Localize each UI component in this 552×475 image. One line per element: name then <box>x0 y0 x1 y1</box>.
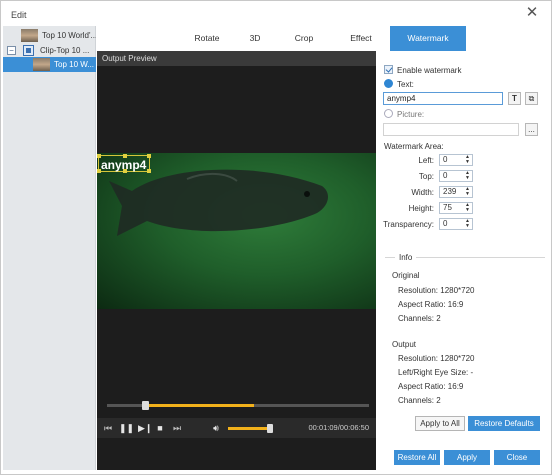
left-value: 0 <box>443 155 448 164</box>
resize-handle[interactable] <box>123 154 127 158</box>
transparency-label: Transparency: <box>383 220 434 229</box>
watermark-box[interactable]: anymp4 <box>97 154 151 173</box>
tree-item-selected[interactable]: Top 10 W... <box>3 57 96 72</box>
resize-handle[interactable] <box>97 169 101 173</box>
text-label: Text: <box>397 80 414 89</box>
output-title: Output <box>392 340 417 349</box>
video-thumbnail-icon <box>21 29 38 42</box>
preview-header: Output Preview <box>97 51 376 66</box>
height-value: 75 <box>443 203 452 212</box>
info-panel: Info Original Resolution: 1280*720 Aspec… <box>385 253 545 417</box>
width-spinner[interactable]: 239 ▲ ▼ <box>439 186 473 198</box>
timecode: 00:01:09/00:06:50 <box>308 423 369 432</box>
output-aspect-ratio: Aspect Ratio: 16:9 <box>398 382 464 391</box>
output-eye-size: Left/Right Eye Size: - <box>398 368 474 377</box>
restore-defaults-button[interactable]: Restore Defaults <box>468 416 540 431</box>
volume-handle[interactable] <box>266 424 273 433</box>
watermark-area-label: Watermark Area: <box>384 142 444 151</box>
spin-arrows-icon[interactable]: ▲ ▼ <box>465 219 470 229</box>
output-preview: Output Preview anymp4 ⏮ ❚❚ ▶❙ ■ ⏭ 🔊︎ 00:… <box>97 51 376 470</box>
spin-arrows-icon[interactable]: ▲ ▼ <box>465 171 470 181</box>
height-label: Height: <box>408 204 434 213</box>
tree-item-label: Clip-Top 10 ... <box>40 46 90 55</box>
tree-item-clip[interactable]: − Clip-Top 10 ... <box>3 43 96 58</box>
enable-watermark-label: Enable watermark <box>397 66 462 75</box>
copy-icon[interactable]: ⧉ <box>525 92 538 105</box>
transparency-spinner[interactable]: 0 ▲ ▼ <box>439 218 473 230</box>
apply-button[interactable]: Apply <box>444 450 490 465</box>
spin-arrows-icon[interactable]: ▲ ▼ <box>465 155 470 165</box>
original-title: Original <box>392 271 420 280</box>
fish-image <box>109 169 329 236</box>
resize-handle[interactable] <box>147 154 151 158</box>
picture-path-input[interactable] <box>383 123 519 136</box>
tree-item-label: Top 10 W... <box>54 60 95 69</box>
seek-progress <box>145 404 255 407</box>
tree-item-file[interactable]: Top 10 World'... <box>3 28 96 43</box>
tab-crop[interactable]: Crop <box>285 26 323 51</box>
volume-level <box>228 427 270 430</box>
tree-item-label: Top 10 World'... <box>42 31 96 40</box>
video-thumbnail-icon <box>33 58 50 71</box>
left-spinner[interactable]: 0 ▲ ▼ <box>439 154 473 166</box>
window-title: Edit <box>11 10 27 20</box>
width-label: Width: <box>411 188 434 197</box>
edit-dialog: Edit ✕ Top 10 World'... − Clip-Top 10 ..… <box>0 0 552 475</box>
title-bar: Edit ✕ <box>1 1 551 29</box>
picture-radio[interactable] <box>384 109 393 118</box>
left-label: Left: <box>418 156 434 165</box>
resize-handle[interactable] <box>97 154 101 158</box>
top-label: Top: <box>418 172 434 181</box>
playback-controls: ⏮ ❚❚ ▶❙ ■ ⏭ 🔊︎ 00:01:09/00:06:50 <box>97 418 376 438</box>
volume-icon[interactable]: 🔊︎ <box>210 421 222 435</box>
tab-effect[interactable]: Effect <box>341 26 381 51</box>
font-button[interactable]: T <box>508 92 521 105</box>
watermark-settings: Enable watermark Text: anymp4 T ⧉ Pictur… <box>377 51 551 470</box>
output-resolution: Resolution: 1280*720 <box>398 354 475 363</box>
stop-icon[interactable]: ■ <box>155 421 165 435</box>
output-channels: Channels: 2 <box>398 396 441 405</box>
picture-label: Picture: <box>397 110 425 119</box>
apply-to-all-button[interactable]: Apply to All <box>415 416 465 431</box>
original-aspect-ratio: Aspect Ratio: 16:9 <box>398 300 464 309</box>
step-forward-icon[interactable]: ▶❙ <box>138 421 152 435</box>
top-value: 0 <box>443 171 448 180</box>
tab-3d[interactable]: 3D <box>237 26 273 51</box>
seek-handle[interactable] <box>142 401 149 410</box>
browse-button[interactable]: ... <box>525 123 538 136</box>
enable-watermark-checkbox[interactable] <box>384 65 393 74</box>
video-frame: anymp4 <box>97 153 376 309</box>
previous-icon[interactable]: ⏮ <box>103 421 113 435</box>
resize-handle[interactable] <box>147 169 151 173</box>
height-spinner[interactable]: 75 ▲ ▼ <box>439 202 473 214</box>
width-value: 239 <box>443 187 457 196</box>
resize-handle[interactable] <box>123 169 127 173</box>
spin-arrows-icon[interactable]: ▲ ▼ <box>465 203 470 213</box>
pause-icon[interactable]: ❚❚ <box>119 421 134 435</box>
watermark-text-input[interactable]: anymp4 <box>383 92 503 105</box>
top-spinner[interactable]: 0 ▲ ▼ <box>439 170 473 182</box>
collapse-icon[interactable]: − <box>7 46 16 55</box>
edit-tabs: Rotate 3D Crop Effect Watermark <box>97 26 551 51</box>
original-channels: Channels: 2 <box>398 314 441 323</box>
spin-arrows-icon[interactable]: ▲ ▼ <box>465 187 470 197</box>
text-radio[interactable] <box>384 79 393 88</box>
tab-watermark[interactable]: Watermark <box>390 26 466 51</box>
info-legend: Info <box>395 253 417 262</box>
file-tree: Top 10 World'... − Clip-Top 10 ... Top 1… <box>3 26 96 470</box>
original-resolution: Resolution: 1280*720 <box>398 286 475 295</box>
tab-rotate[interactable]: Rotate <box>187 26 227 51</box>
close-button[interactable]: Close <box>494 450 540 465</box>
transparency-value: 0 <box>443 219 448 228</box>
next-icon[interactable]: ⏭ <box>172 421 182 435</box>
close-icon[interactable]: ✕ <box>525 5 539 20</box>
restore-all-button[interactable]: Restore All <box>394 450 440 465</box>
clip-icon <box>23 45 34 56</box>
